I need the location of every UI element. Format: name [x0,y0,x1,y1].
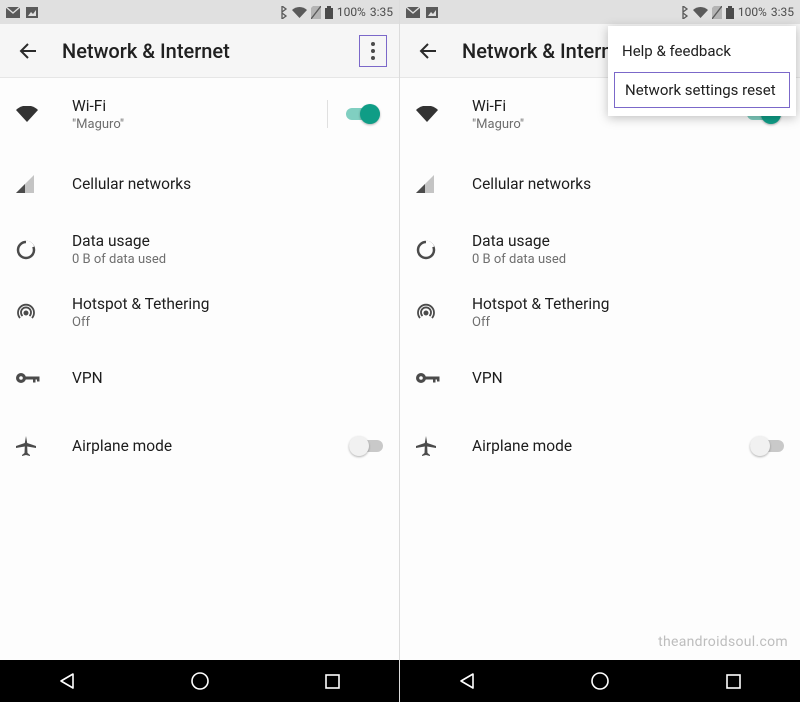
watermark: theandroidsoul.com [658,634,788,650]
vpn-key-icon [416,366,456,390]
status-bar: 100% 3:35 [0,0,399,24]
row-title: Airplane mode [472,437,728,455]
settings-list: Wi-Fi "Maguro" Cellular networks Data us… [0,78,399,660]
wifi-icon-status [693,7,708,18]
image-icon [26,7,38,18]
image-icon [426,7,438,18]
row-title: Data usage [72,232,383,250]
nav-recent[interactable] [693,660,773,702]
navigation-bar [0,660,399,702]
nav-home[interactable] [160,660,240,702]
row-sub: Off [72,315,383,330]
screen-left: 100% 3:35 Network & Internet Wi-Fi "Magu… [0,0,400,702]
row-data-usage[interactable]: Data usage 0 B of data used [400,218,800,281]
row-title: Hotspot & Tethering [72,295,383,313]
overflow-menu: Help & feedback Network settings reset [608,26,796,116]
row-airplane[interactable]: Airplane mode [400,412,800,480]
row-cellular[interactable]: Cellular networks [400,150,800,218]
more-vert-icon [371,42,375,60]
overflow-help-feedback[interactable]: Help & feedback [608,32,796,70]
row-title: VPN [472,369,784,387]
data-usage-icon [16,238,56,262]
hotspot-icon [416,301,456,325]
page-title: Network & Internet [462,39,630,63]
navigation-bar [400,660,800,702]
hotspot-icon [16,301,56,325]
wifi-toggle[interactable] [346,104,380,124]
clock: 3:35 [771,5,794,19]
row-title: Wi-Fi [72,97,327,115]
page-title: Network & Internet [62,39,230,63]
row-data-usage[interactable]: Data usage 0 B of data used [0,218,399,281]
nav-recent[interactable] [293,660,373,702]
bluetooth-icon [280,6,288,19]
signal-icon [16,172,56,196]
clock: 3:35 [370,5,393,19]
airplane-toggle[interactable] [349,436,383,456]
row-sub: 0 B of data used [72,252,383,267]
back-button[interactable] [412,35,444,67]
row-sub: "Maguro" [472,117,728,132]
app-bar: Network & Internet [0,24,399,78]
row-vpn[interactable]: VPN [0,344,399,412]
row-title: Data usage [472,232,784,250]
wifi-icon [16,102,56,126]
row-sub: 0 B of data used [472,252,784,267]
data-usage-icon [416,238,456,262]
battery-icon [726,6,734,19]
row-sub: "Maguro" [72,117,327,132]
wifi-icon [416,102,456,126]
overflow-button[interactable] [359,35,387,67]
divider [327,100,328,128]
row-airplane[interactable]: Airplane mode [0,412,399,480]
airplane-icon [416,434,456,458]
airplane-icon [16,434,56,458]
row-vpn[interactable]: VPN [400,344,800,412]
settings-list: Wi-Fi "Maguro" Cellular networks Data us… [400,78,800,660]
screen-right: 100% 3:35 Network & Internet Help & feed… [400,0,800,702]
battery-pct: 100% [738,5,767,19]
row-title: Cellular networks [72,175,383,193]
vpn-key-icon [16,366,56,390]
row-title: Airplane mode [72,437,327,455]
overflow-network-reset[interactable]: Network settings reset [614,72,790,108]
signal-icon [416,172,456,196]
nav-back[interactable] [27,660,107,702]
row-wifi[interactable]: Wi-Fi "Maguro" [0,78,399,150]
row-cellular[interactable]: Cellular networks [0,150,399,218]
airplane-toggle[interactable] [750,436,784,456]
bluetooth-icon [681,6,689,19]
battery-icon [325,6,333,19]
no-sim-icon [311,6,321,19]
row-hotspot[interactable]: Hotspot & Tethering Off [0,281,399,344]
wifi-icon-status [292,7,307,18]
row-title: Hotspot & Tethering [472,295,784,313]
battery-pct: 100% [337,5,366,19]
row-title: VPN [72,369,383,387]
gmail-icon [406,7,420,18]
row-title: Cellular networks [472,175,784,193]
no-sim-icon [712,6,722,19]
row-sub: Off [472,315,784,330]
gmail-icon [6,7,20,18]
status-bar: 100% 3:35 [400,0,800,24]
back-button[interactable] [12,35,44,67]
row-hotspot[interactable]: Hotspot & Tethering Off [400,281,800,344]
nav-back[interactable] [427,660,507,702]
nav-home[interactable] [560,660,640,702]
